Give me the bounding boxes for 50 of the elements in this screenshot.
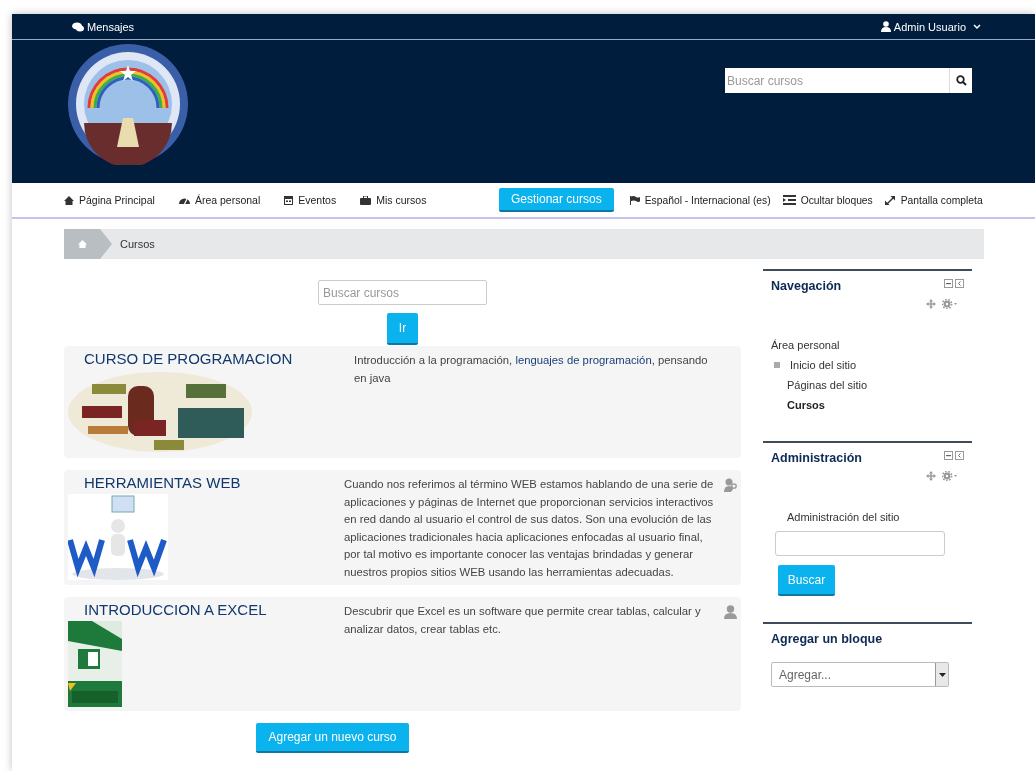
- nav-link[interactable]: Pantalla completa: [878, 194, 983, 206]
- course-description: Introducción a la programación, lenguajes de programación, pensando en java: [354, 353, 709, 386]
- move-icon[interactable]: [926, 471, 936, 481]
- block-title: Navegación: [771, 279, 842, 293]
- nav-link[interactable]: Área personal: [166, 194, 273, 206]
- user-menu[interactable]: Admin Usuario: [880, 20, 981, 33]
- tree-link[interactable]: Área personal: [771, 339, 840, 351]
- block-title: Agregar un bloque: [771, 632, 883, 646]
- flag-icon: [629, 195, 640, 205]
- minimize-icon[interactable]: [944, 279, 953, 288]
- nav-link[interactable]: Eventos: [272, 194, 349, 206]
- expand-arrows-icon: [884, 194, 896, 206]
- course-description: Descubrir que Excel es un software que permite crear tablas, calcular y analizar datos, crear tablas etc.: [344, 604, 702, 637]
- tree-link[interactable]: Inicio del sitio: [790, 359, 857, 371]
- breadcrumb-link[interactable]: Cursos: [120, 238, 155, 250]
- gear-icon[interactable]: [942, 299, 958, 309]
- chevron-down-icon: [973, 23, 981, 30]
- chat-bubbles-icon: [72, 21, 84, 32]
- briefcase-icon: [360, 195, 372, 205]
- home-icon: [77, 240, 87, 248]
- minimize-icon[interactable]: [944, 451, 953, 460]
- nav-link[interactable]: Página Principal: [64, 194, 167, 206]
- add-block-dropdown[interactable]: Agregar...: [771, 662, 949, 687]
- block-title: Administración: [771, 451, 862, 465]
- course-title-link[interactable]: CURSO DE PROGRAMACION: [84, 350, 344, 367]
- user-key-icon: [724, 478, 737, 492]
- nav-link[interactable]: Ocultar bloques: [776, 194, 879, 206]
- move-icon[interactable]: [926, 299, 936, 309]
- gear-icon[interactable]: [942, 471, 958, 481]
- nav-link[interactable]: Español - Internacional (es): [623, 194, 777, 206]
- dock-icon[interactable]: [955, 451, 964, 460]
- user-icon: [880, 21, 891, 32]
- dock-icon[interactable]: [955, 279, 964, 288]
- indent-icon: [782, 195, 796, 205]
- admin-link[interactable]: Administración del sitio: [787, 511, 964, 523]
- glossary-link[interactable]: lenguajes de programación: [515, 354, 652, 366]
- user-icon: [724, 605, 737, 619]
- messages-link[interactable]: Mensajes: [72, 20, 135, 33]
- course-title-link[interactable]: HERRAMIENTAS WEB: [84, 474, 344, 491]
- home-icon: [64, 195, 74, 205]
- tree-bullet-icon: [774, 362, 780, 368]
- caret-down-icon: [938, 672, 946, 677]
- course-description: Cuando nos referimos al término WEB estamos hablando de una serie de aplicaciones y páginas de Internet que proporcionan servicios interactivos en red dando al usuario el control de sus datos. Son una evolución de las aplicaciones tradicionales hacia aplicaciones enfocadas al usuario final, por tal motivo es importante conocer las ventajas brindadas y generar nuestros propios sitios WEB usando las herramientas adecuadas.: [344, 477, 715, 580]
- course-title-link[interactable]: INTRODUCCION A EXCEL: [84, 601, 344, 618]
- tree-link[interactable]: Cursos: [787, 399, 825, 411]
- calendar-icon: [284, 195, 294, 205]
- admin-search-field[interactable]: [775, 531, 945, 556]
- search-icon: [955, 75, 967, 86]
- nav-link[interactable]: Mis cursos: [348, 194, 439, 206]
- tree-link[interactable]: Páginas del sitio: [787, 379, 868, 391]
